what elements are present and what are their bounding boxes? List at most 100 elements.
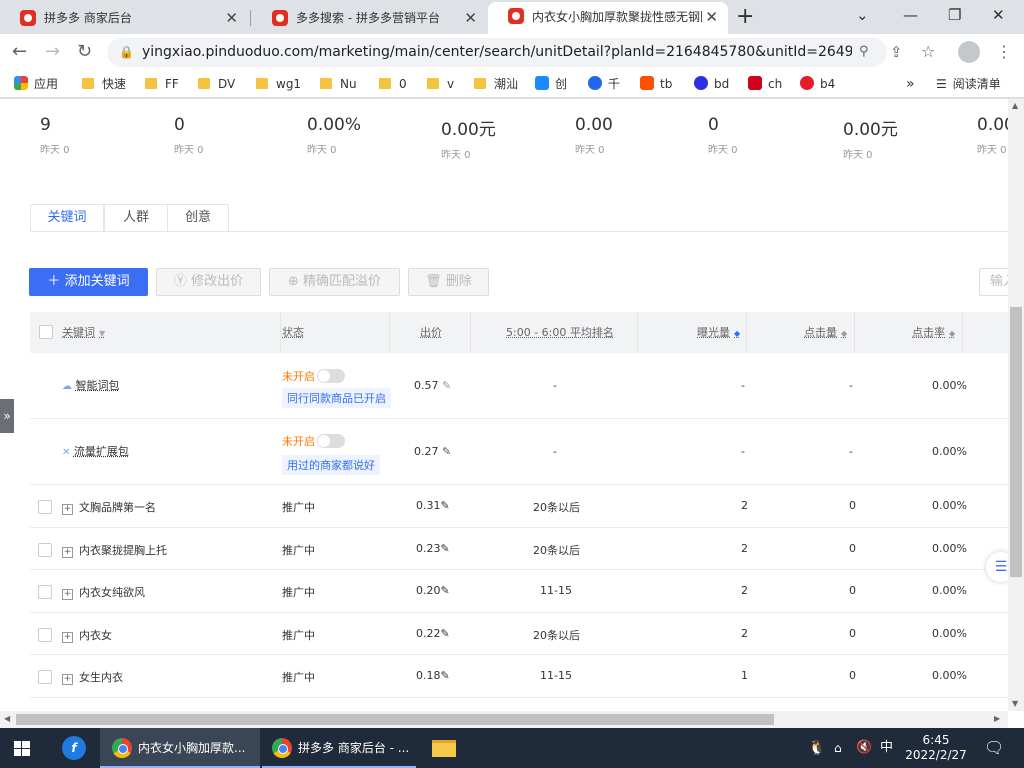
qq-tray-icon[interactable]: 🐧 [808,728,825,768]
ime-indicator[interactable]: 中 [880,728,893,768]
bookmark-folder[interactable]: Nu [320,71,357,98]
bookmark-folder[interactable]: DV [198,71,235,98]
tab-audience[interactable]: 人群 [104,204,168,232]
network-icon[interactable]: ⌂ [834,728,842,768]
bookmark-chuang[interactable]: 创 [535,71,567,98]
scroll-down-arrow-icon[interactable]: ▼ [1012,699,1018,708]
scroll-right-arrow-icon[interactable]: ▶ [994,714,1000,723]
delete-button[interactable]: 🗑 删除 [408,268,489,296]
enable-toggle[interactable] [317,369,345,383]
bid-cell[interactable]: 0.23✎ [416,542,450,555]
forward-icon[interactable]: → [45,40,60,64]
bookmark-folder[interactable]: 潮汕 [474,71,518,98]
header-clicks[interactable]: 点击量 ◆ [804,312,847,354]
reading-list[interactable]: ☰ 阅读清单 [936,71,1001,98]
url-text[interactable]: yingxiao.pinduoduo.com/marketing/main/ce… [142,38,852,67]
expand-row-icon[interactable]: + [62,674,73,685]
tab-duoduo-search[interactable]: 多多搜索 - 拼多多营销平台 ✕ [252,4,487,34]
expand-row-icon[interactable]: + [62,589,73,600]
side-panel-expand-handle[interactable]: » [0,399,14,433]
sort-icon[interactable]: ◆ [949,329,955,338]
vertical-scrollbar[interactable]: ▲ ▼ [1008,99,1024,711]
taskbar-chrome-window[interactable]: 拼多多 商家后台 - ... [262,728,416,768]
minimize-button[interactable]: — [903,4,918,26]
tab-creative[interactable]: 创意 [167,204,229,232]
bookmark-folder[interactable]: wg1 [256,71,301,98]
expand-row-icon[interactable]: + [62,632,73,643]
bid-cell[interactable]: 0.27 ✎ [414,445,451,458]
traffic-package-label[interactable]: ✕ 流量扩展包 [62,443,129,459]
edit-icon[interactable]: ✎ [441,499,450,512]
file-explorer-icon[interactable] [432,728,458,768]
restore-button[interactable]: ❐ [948,4,961,26]
back-icon[interactable]: ← [12,40,27,64]
modify-bid-button[interactable]: Ⓨ 修改出价 [156,268,261,296]
filter-icon[interactable]: ▼ [99,329,105,338]
scroll-left-arrow-icon[interactable]: ◀ [4,714,10,723]
bookmark-qian[interactable]: 千 [588,71,620,98]
windows-start-icon[interactable] [14,728,36,768]
exact-match-premium-button[interactable]: ⊕ 精确匹配溢价 [269,268,400,296]
bid-cell[interactable]: 0.18✎ [416,669,450,682]
reload-icon[interactable]: ↻ [77,40,92,64]
edit-icon[interactable]: ✎ [441,542,450,555]
bookmark-b4[interactable]: b4 [800,71,835,98]
enable-toggle[interactable] [317,434,345,448]
expand-row-icon[interactable]: + [62,504,73,515]
sort-icon[interactable]: ◆ [841,329,847,338]
close-tab-icon[interactable]: ✕ [225,4,238,32]
close-tab-icon[interactable]: ✕ [464,4,477,32]
bookmark-folder[interactable]: v [427,71,454,98]
bookmark-star-icon[interactable]: ☆ [921,40,935,64]
vertical-scroll-thumb[interactable] [1010,307,1022,577]
taskbar-chrome-window-active[interactable]: 内衣女小胸加厚款... [100,728,260,768]
header-impressions[interactable]: 曝光量 ◆ [697,312,740,354]
volume-icon[interactable]: 🔇 [856,728,872,768]
tab-keywords[interactable]: 关键词 [30,204,104,232]
bookmark-tb[interactable]: tb [640,71,672,98]
bookmark-folder[interactable]: 快速 [82,71,126,98]
notification-icon[interactable]: 🗨 [984,728,1004,768]
new-tab-button[interactable]: + [736,4,754,30]
scroll-up-arrow-icon[interactable]: ▲ [1012,101,1018,110]
tab-unit-detail[interactable]: 内衣女小胸加厚款聚拢性感无钢圈 ✕ [488,2,728,36]
header-ctr[interactable]: 点击率 ◆ [912,312,955,354]
more-bookmarks-chevron[interactable]: » [906,71,915,98]
bid-cell[interactable]: 0.22✎ [416,627,450,640]
row-checkbox[interactable] [38,500,52,514]
sort-icon[interactable]: ◆ [734,329,740,338]
bookmark-apps[interactable]: 应用 [14,71,58,98]
row-checkbox[interactable] [38,585,52,599]
bid-cell[interactable]: 0.31✎ [416,499,450,512]
bid-cell[interactable]: 0.57 ✎ [414,379,451,392]
bookmark-folder[interactable]: FF [145,71,179,98]
smart-package-label[interactable]: ☁ 智能词包 [62,377,120,393]
menu-dots-icon[interactable]: ⋮ [996,40,1012,64]
edit-icon[interactable]: ✎ [441,669,450,682]
share-icon[interactable]: ⇪ [890,40,903,64]
edit-icon[interactable]: ✎ [441,584,450,597]
bookmark-folder[interactable]: 0 [379,71,407,98]
edit-icon[interactable]: ✎ [442,379,451,392]
select-all-checkbox[interactable] [39,325,53,339]
profile-avatar[interactable] [958,41,980,63]
add-keyword-button[interactable]: ＋ 添加关键词 [29,268,148,296]
clock[interactable]: 6:45 2022/2/27 [904,728,968,768]
tab-pdd-merchant[interactable]: 拼多多 商家后台 ✕ [0,4,248,34]
edit-icon[interactable]: ✎ [442,445,451,458]
keyword-search-input[interactable]: 输入 [979,268,1008,296]
chat-support-icon[interactable]: ☰ [986,552,1008,582]
close-window-button[interactable]: ✕ [992,4,1005,26]
row-checkbox[interactable] [38,628,52,642]
tab-search-icon[interactable]: ⌄ [856,4,869,26]
flash-app-icon[interactable]: f [62,728,88,768]
bookmark-ch[interactable]: ch [748,71,782,98]
expand-row-icon[interactable]: + [62,547,73,558]
horizontal-scrollbar[interactable]: ◀ ▶ [0,711,1008,728]
bookmark-bd[interactable]: bd [694,71,729,98]
bid-cell[interactable]: 0.20✎ [416,584,450,597]
row-checkbox[interactable] [38,670,52,684]
zoom-icon[interactable]: ⚲ [859,44,869,59]
close-tab-icon[interactable]: ✕ [705,2,718,32]
header-keyword[interactable]: 关键词 ▼ [62,312,105,354]
